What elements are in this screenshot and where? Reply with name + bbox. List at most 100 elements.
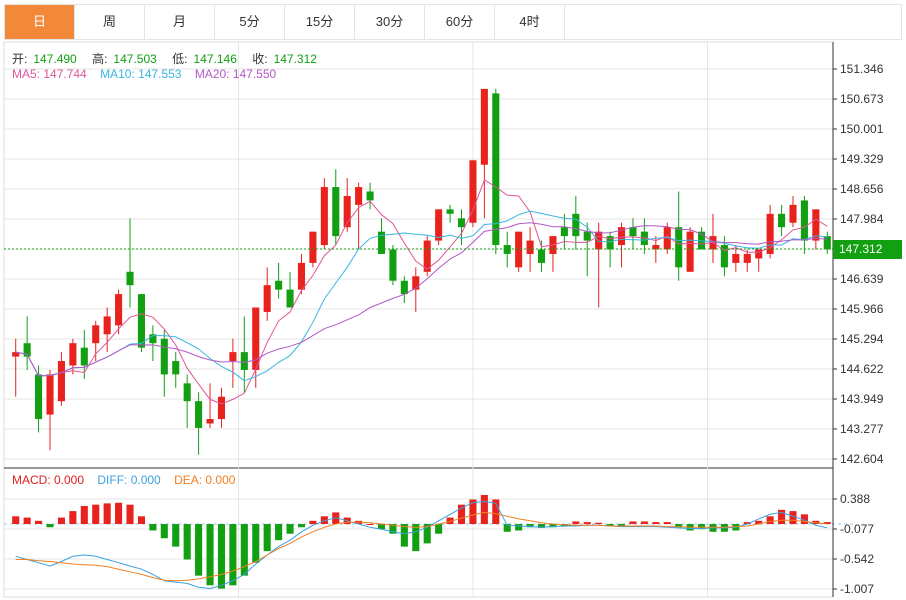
price-tick-label: 143.277 bbox=[840, 422, 884, 436]
macd-bar bbox=[275, 524, 283, 541]
candle-body bbox=[572, 213, 580, 237]
macd-bar bbox=[309, 520, 317, 525]
open-label: 开: bbox=[12, 52, 28, 66]
candle-body bbox=[240, 352, 248, 370]
macd-bar bbox=[103, 503, 111, 525]
candle-body bbox=[35, 374, 43, 420]
macd-tick-label: -0.542 bbox=[840, 552, 874, 566]
candle-body bbox=[366, 191, 374, 201]
macd-bar bbox=[629, 521, 637, 525]
macd-bar bbox=[137, 516, 145, 525]
candle-body bbox=[675, 227, 683, 268]
macd-bar bbox=[172, 524, 180, 547]
candle-body bbox=[297, 262, 306, 290]
ma-legend: MA5: 147.744 MA10: 147.553 MA20: 147.550 bbox=[12, 67, 286, 81]
candle-body bbox=[789, 204, 797, 223]
macd-bar bbox=[160, 524, 168, 539]
candle-body bbox=[595, 231, 603, 250]
open-value: 147.490 bbox=[33, 52, 77, 66]
macd-bar bbox=[46, 524, 54, 528]
ma10-legend: MA10: 147.553 bbox=[100, 67, 182, 81]
macd-bar bbox=[195, 524, 203, 576]
price-tick-label: 143.949 bbox=[840, 392, 884, 406]
candle-body bbox=[480, 88, 488, 165]
diff-line bbox=[15, 500, 828, 590]
candle-body bbox=[275, 280, 283, 290]
macd-legend: MACD: 0.000 DIFF: 0.000 DEA: 0.000 bbox=[12, 473, 245, 487]
macd-bar bbox=[652, 522, 660, 525]
price-tick-label: 150.673 bbox=[840, 92, 884, 106]
candle-body bbox=[195, 401, 203, 428]
candle-body bbox=[400, 280, 408, 295]
candle-body bbox=[57, 361, 65, 402]
macd-tick-label: -0.077 bbox=[840, 522, 874, 536]
candle-body bbox=[92, 325, 100, 344]
macd-tick-label: -1.007 bbox=[840, 582, 874, 596]
candle-body bbox=[778, 213, 786, 228]
macd-bar bbox=[229, 524, 237, 586]
ma5-legend: MA5: 147.744 bbox=[12, 67, 87, 81]
macd-bar bbox=[663, 522, 671, 525]
dea-line bbox=[15, 511, 828, 582]
price-tick-label: 145.966 bbox=[840, 302, 884, 316]
candle-body bbox=[446, 209, 454, 214]
macd-tick-label: 0.388 bbox=[840, 492, 870, 506]
macd-bar bbox=[115, 502, 123, 525]
ohlc-legend: 开: 147.490 高: 147.503 低: 147.146 收: 147.312 bbox=[12, 50, 329, 67]
candle-body bbox=[103, 316, 111, 335]
candle-body bbox=[126, 271, 134, 286]
candle-body bbox=[309, 231, 317, 263]
macd-bar bbox=[583, 522, 591, 525]
close-label: 收: bbox=[252, 52, 268, 66]
price-tick-label: 147.984 bbox=[840, 212, 884, 226]
candle-body bbox=[115, 294, 123, 326]
candle-body bbox=[503, 245, 511, 254]
candle-body bbox=[583, 231, 591, 241]
macd-bar bbox=[149, 524, 157, 531]
candle-body bbox=[537, 249, 546, 263]
candle-body bbox=[800, 200, 808, 241]
candle-body bbox=[435, 209, 443, 241]
macd-bar bbox=[126, 504, 134, 525]
candle-body bbox=[355, 187, 363, 205]
price-axis: 151.346 150.673 150.001 149.329 148.656 147.9… bbox=[832, 42, 884, 597]
macd-bar bbox=[69, 511, 77, 525]
candle-body bbox=[732, 253, 740, 263]
macd-bar bbox=[595, 522, 603, 525]
macd-bar bbox=[57, 517, 65, 525]
candle-body bbox=[286, 289, 294, 308]
macd-bar bbox=[35, 520, 43, 525]
candle-body bbox=[172, 361, 180, 375]
macd-value-legend: MACD: 0.000 bbox=[12, 473, 85, 487]
dea-legend: DEA: 0.000 bbox=[174, 473, 236, 487]
ma5-line bbox=[15, 179, 828, 405]
candle-body bbox=[389, 249, 397, 281]
candle-body bbox=[332, 187, 340, 237]
macd-bar bbox=[366, 524, 374, 526]
candle-body bbox=[137, 294, 145, 348]
price-tick-label: 150.001 bbox=[840, 122, 884, 136]
macd-bar bbox=[297, 524, 306, 528]
candle-body bbox=[320, 187, 328, 246]
candle-body bbox=[217, 396, 226, 420]
macd-bar bbox=[92, 504, 100, 525]
candle-body bbox=[515, 231, 523, 268]
candle-body bbox=[229, 352, 237, 362]
price-tick-label: 146.639 bbox=[840, 272, 884, 286]
candle-body bbox=[206, 419, 214, 424]
high-value: 147.503 bbox=[113, 52, 157, 66]
low-value: 147.146 bbox=[193, 52, 237, 66]
candle-body bbox=[469, 160, 477, 223]
macd-bar bbox=[572, 521, 580, 525]
macd-bar bbox=[80, 505, 88, 525]
macd-bar bbox=[766, 516, 774, 525]
candlestick-chart[interactable]: 151.346 150.673 150.001 149.329 148.656 147.9… bbox=[0, 0, 906, 600]
candle-body bbox=[69, 343, 77, 366]
ma20-line bbox=[15, 222, 828, 377]
macd-bar bbox=[640, 521, 648, 525]
macd-bar bbox=[183, 524, 191, 560]
macd-panel bbox=[4, 495, 853, 590]
candle-body bbox=[263, 285, 271, 312]
macd-bar bbox=[286, 524, 294, 534]
close-value: 147.312 bbox=[273, 52, 317, 66]
